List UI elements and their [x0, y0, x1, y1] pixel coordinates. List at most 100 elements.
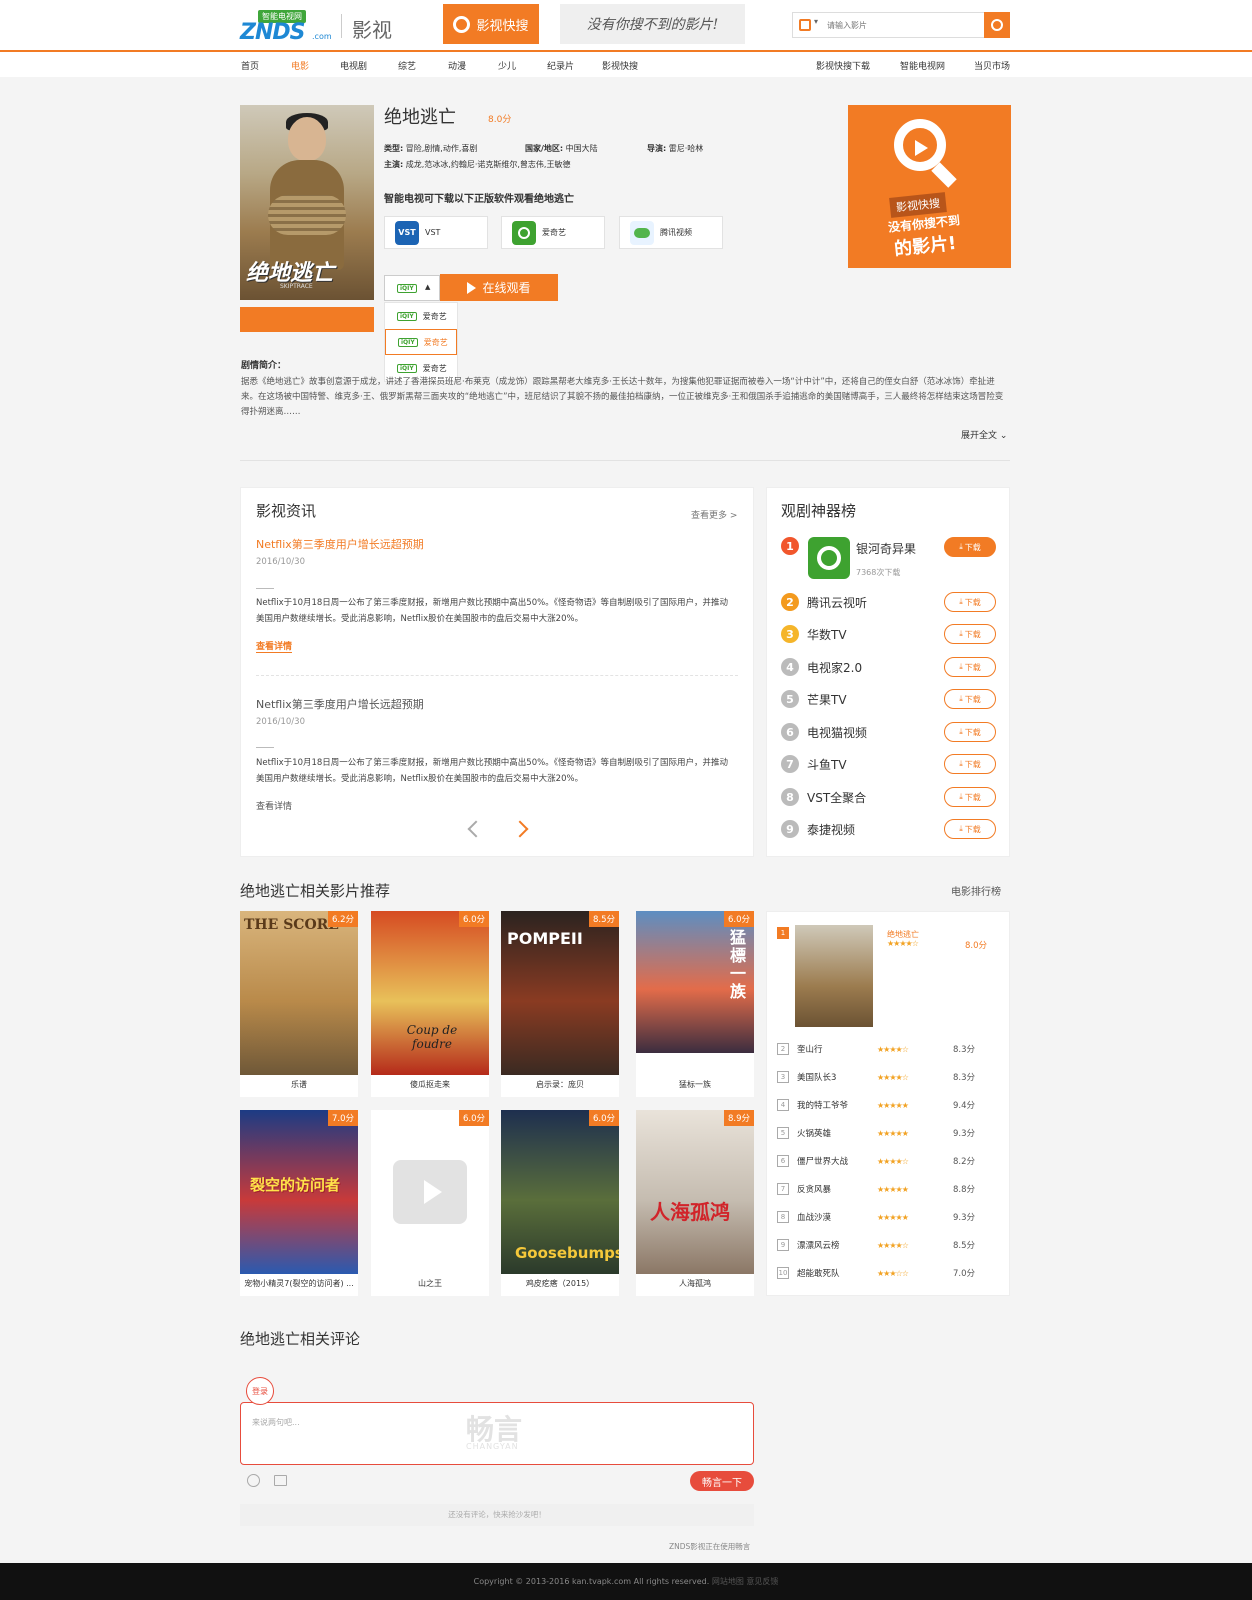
film-score: 8.5分 [588, 911, 619, 927]
film-card[interactable]: THE SCORE 6.2分 乐谱 [240, 911, 358, 1097]
nav-variety[interactable]: 综艺 [398, 59, 416, 72]
source-select[interactable]: iQIY ▲ [384, 275, 440, 301]
news-detail-link[interactable]: 查看详情 [256, 639, 293, 653]
download-button[interactable]: ⤓ 下载 [944, 592, 996, 612]
download-button[interactable]: ⤓ 下载 [944, 819, 996, 839]
nav-download[interactable]: 影视快搜下载 [816, 59, 870, 72]
download-button[interactable]: ⤓ 下载 [944, 722, 996, 742]
film-card[interactable]: 裂空的访问者 7.0分 宠物小精灵7(裂空的访问者) ... [240, 1110, 358, 1296]
film-card[interactable]: 猛標一族 6.0分 猛标一族 [636, 911, 754, 1097]
app-rank-item[interactable]: 3 华数TV ⤓ 下载 [781, 623, 996, 645]
search-icon [991, 19, 1003, 31]
watch-online-button[interactable]: 在线观看 [440, 274, 558, 301]
film-card[interactable]: POMPEII 8.5分启示录：庞贝 [501, 911, 619, 1097]
expand-button[interactable]: 展开全文 ⌄ [961, 428, 1007, 441]
film-card[interactable]: 人海孤鸿 8.9分 人海孤鸿 [636, 1110, 754, 1296]
app-tencent[interactable]: 腾讯视频 [619, 216, 723, 249]
app-rank-item-1[interactable]: 1 银河奇异果 7368次下载 ⤓ 下载 [781, 537, 996, 581]
search-button[interactable] [984, 12, 1010, 38]
news-date: 2016/10/30 [256, 557, 305, 567]
chevron-down-icon[interactable]: ▾ [814, 17, 818, 26]
film-card[interactable]: Coup de foudre 6.0分 傻瓜抠走来 [371, 911, 489, 1097]
source-option-label: 爱奇艺 [423, 337, 448, 347]
nav-anime[interactable]: 动漫 [448, 59, 466, 72]
ranking-item[interactable]: 5 火锅英雄 ★★★★★ 9.3分 [777, 1126, 997, 1140]
ranking-item[interactable]: 10 超能敢死队 ★★★☆☆ 7.0分 [777, 1266, 997, 1280]
download-button[interactable]: ⤓ 下载 [944, 657, 996, 677]
source-option-selected[interactable]: iQIY 爱奇艺 [385, 329, 457, 355]
search-icon [453, 15, 471, 33]
cast-label: 主演: [384, 160, 404, 169]
app-vst[interactable]: VST VST [384, 216, 488, 249]
nav-kids[interactable]: 少儿 [498, 59, 516, 72]
app-rank-item[interactable]: 6 电视猫视频 ⤓ 下载 [781, 721, 996, 743]
nav-dangbei[interactable]: 当贝市场 [974, 59, 1010, 72]
movie-ranking-link[interactable]: 电影排行榜 [951, 883, 1001, 898]
ranking-number: 9 [777, 1239, 789, 1251]
download-button[interactable]: ⤓ 下载 [944, 754, 996, 774]
source-option[interactable]: iQIY 爱奇艺 [385, 303, 457, 329]
ranking-item[interactable]: 4 我的特工爷爷 ★★★★★ 9.4分 [777, 1098, 997, 1112]
search-input[interactable] [827, 16, 977, 34]
ranking-item[interactable]: 7 反贪风暴 ★★★★★ 8.8分 [777, 1182, 997, 1196]
emoji-icon[interactable] [247, 1474, 260, 1487]
download-button[interactable]: ⤓ 下载 [944, 787, 996, 807]
ranking-item[interactable]: 6 僵尸世界大战 ★★★★☆ 8.2分 [777, 1154, 997, 1168]
film-card[interactable]: 6.0分 山之王 [371, 1110, 489, 1296]
ranking-item[interactable]: 2 奎山行 ★★★★☆ 8.3分 [777, 1042, 997, 1056]
ranking-stars: ★★★★☆ [877, 1072, 909, 1082]
ranking-score: 7.0分 [953, 1269, 976, 1279]
ranking-top-item[interactable]: 1 绝地逃亡 ★★★★☆ 8.0分 [777, 925, 997, 1030]
magnifier-handle [931, 162, 957, 188]
news-more-link[interactable]: 查看更多 > [691, 508, 737, 521]
ranking-score: 8.5分 [953, 1241, 976, 1251]
ranking-item[interactable]: 8 血战沙漠 ★★★★★ 9.3分 [777, 1210, 997, 1224]
ranking-item[interactable]: 3 美国队长3 ★★★★☆ 8.3分 [777, 1070, 997, 1084]
nav-home[interactable]: 首页 [241, 59, 259, 72]
image-icon[interactable] [274, 1475, 287, 1486]
footer-links[interactable]: 网站地图 意见反馈 [712, 1577, 779, 1586]
search-category-icon[interactable] [799, 19, 811, 31]
source-option-label: 爱奇艺 [422, 311, 447, 321]
download-button[interactable]: ⤓ 下载 [944, 689, 996, 709]
film-poster-text: 裂空的访问者 [250, 1176, 341, 1194]
app-iqiyi[interactable]: 爱奇艺 [501, 216, 605, 249]
app-rank-item[interactable]: 5 芒果TV ⤓ 下载 [781, 688, 996, 710]
film-name: 猛标一族 [679, 1080, 711, 1089]
download-button[interactable]: ⤓ 下载 [944, 537, 996, 557]
app-rank-item[interactable]: 7 斗鱼TV ⤓ 下载 [781, 753, 996, 775]
nav-movie[interactable]: 电影 [291, 59, 309, 72]
site-logo[interactable]: 智能电视网 ZNDS .com [240, 8, 332, 45]
nav-documentary[interactable]: 纪录片 [547, 59, 574, 72]
app-rank-item[interactable]: 9 泰捷视频 ⤓ 下载 [781, 818, 996, 840]
login-button[interactable]: 登录 [246, 1377, 274, 1405]
quick-search-ad[interactable]: 影视快搜 没有你搜不到 的影片! [848, 105, 1011, 268]
ranking-score: 9.4分 [953, 1101, 976, 1111]
nav-tv[interactable]: 电视剧 [340, 59, 367, 72]
film-poster-placeholder [371, 1110, 489, 1274]
movie-poster[interactable]: 绝地逃亡 SKIPTRACE [240, 105, 374, 300]
ranking-stars: ★★★★☆ [887, 939, 919, 948]
film-poster: POMPEII [501, 911, 619, 1075]
news-title[interactable]: Netflix第三季度用户增长远超预期 [256, 696, 424, 712]
ranking-stars: ★★★★★ [877, 1128, 909, 1138]
film-name: 启示录：庞贝 [536, 1080, 584, 1089]
download-button[interactable]: ⤓ 下载 [944, 624, 996, 644]
quick-search-button[interactable]: 影视快搜 [443, 4, 539, 44]
film-card[interactable]: Goosebumps 6.0分 鸡皮疙瘩（2015） [501, 1110, 619, 1296]
app-rank-item[interactable]: 8 VST全聚合 ⤓ 下载 [781, 786, 996, 808]
news-detail-link[interactable]: 查看详情 [256, 799, 292, 812]
news-title[interactable]: Netflix第三季度用户增长远超预期 [256, 536, 424, 552]
nav-znds[interactable]: 智能电视网 [900, 59, 945, 72]
app-rank-item[interactable]: 4 电视家2.0 ⤓ 下载 [781, 656, 996, 678]
app-download-count: 7368次下载 [856, 568, 901, 577]
empty-comments: 还没有评论，快来抢沙发吧！ [240, 1504, 754, 1526]
nav-quick-search[interactable]: 影视快搜 [602, 59, 638, 72]
app-name: 腾讯云视听 [807, 595, 868, 610]
submit-comment-button[interactable]: 畅言一下 [690, 1471, 754, 1491]
poster-rope [268, 195, 346, 235]
ranking-item[interactable]: 9 漂漂风云榜 ★★★★☆ 8.5分 [777, 1238, 997, 1252]
news-dash [256, 747, 274, 748]
app-rank-item[interactable]: 2 腾讯云视听 ⤓ 下载 [781, 591, 996, 613]
poster-action-bar[interactable] [240, 307, 374, 332]
